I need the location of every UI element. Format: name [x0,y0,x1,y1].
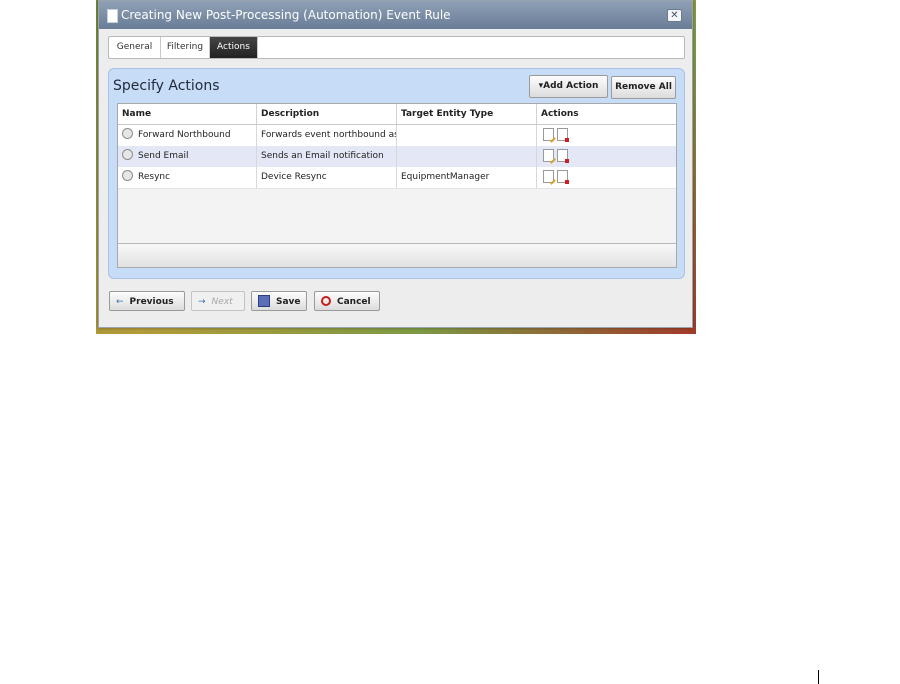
tab-general[interactable]: General [109,37,161,58]
remove-all-button[interactable]: Remove All [611,76,676,99]
delete-icon[interactable] [557,170,569,184]
floppy-disk-icon [258,294,270,307]
gear-icon [122,149,133,160]
row-description: Sends an Email notification [257,146,397,167]
row-description: Device Resync [257,167,397,188]
row-name-cell: Resync [118,167,257,188]
delete-icon[interactable] [557,149,569,163]
table-header: Name Description Target Entity Type Acti… [118,104,676,125]
cancel-button[interactable]: Cancel [314,291,380,311]
edit-icon[interactable] [543,149,554,162]
previous-label: Previous [129,297,174,307]
row-name: Resync [138,172,171,182]
cancel-label: Cancel [337,297,371,307]
tab-bar: General Filtering Actions [108,36,685,59]
back-arrow-icon: ← [116,297,124,307]
dialog-title: Creating New Post-Processing (Automation… [121,8,451,22]
panel-title: Specify Actions [113,78,220,94]
column-header-name[interactable]: Name [118,104,257,124]
screenshot-frame: Creating New Post-Processing (Automation… [96,0,696,334]
row-actions-cell [537,167,676,188]
row-name-cell: Send Email [118,146,257,167]
table-row[interactable]: Resync Device Resync EquipmentManager [118,167,676,189]
edit-icon[interactable] [543,128,554,141]
document-icon [107,9,118,23]
row-name-cell: Forward Northbound [118,125,257,146]
gear-icon [122,170,133,181]
tab-filtering[interactable]: Filtering [161,37,210,58]
row-name: Forward Northbound [138,130,231,140]
forward-arrow-icon: → [198,297,206,307]
row-target [397,146,537,167]
table-row[interactable]: Send Email Sends an Email notification [118,146,676,168]
actions-panel: Specify Actions ▾Add Action Remove All N… [108,68,685,279]
previous-button[interactable]: ← Previous [109,291,185,311]
table-row[interactable]: Forward Northbound Forwards event northb… [118,125,676,147]
close-button[interactable]: ✕ [667,9,682,22]
column-header-actions[interactable]: Actions [537,104,676,124]
next-label: Next [211,297,233,307]
cancel-icon [321,295,331,306]
tab-actions[interactable]: Actions [210,37,258,58]
row-actions-cell [537,125,676,146]
column-header-description[interactable]: Description [257,104,397,124]
add-action-button[interactable]: ▾Add Action [529,75,608,98]
dialog-titlebar: Creating New Post-Processing (Automation… [99,1,692,29]
save-button[interactable]: Save [251,291,307,311]
gear-icon [122,128,133,139]
edit-icon[interactable] [543,170,554,183]
column-header-target-entity-type[interactable]: Target Entity Type [397,104,537,124]
page-margin-bar [818,670,819,684]
dialog-window: Creating New Post-Processing (Automation… [98,0,693,328]
actions-table: Name Description Target Entity Type Acti… [117,103,677,268]
row-actions-cell [537,146,676,167]
row-target: EquipmentManager [397,167,537,188]
save-label: Save [276,297,301,307]
row-name: Send Email [138,151,189,161]
row-target [397,125,537,146]
delete-icon[interactable] [557,128,569,142]
next-button[interactable]: → Next [191,291,245,311]
row-description: Forwards event northbound as S [257,125,397,146]
table-footer-bar [118,243,676,267]
